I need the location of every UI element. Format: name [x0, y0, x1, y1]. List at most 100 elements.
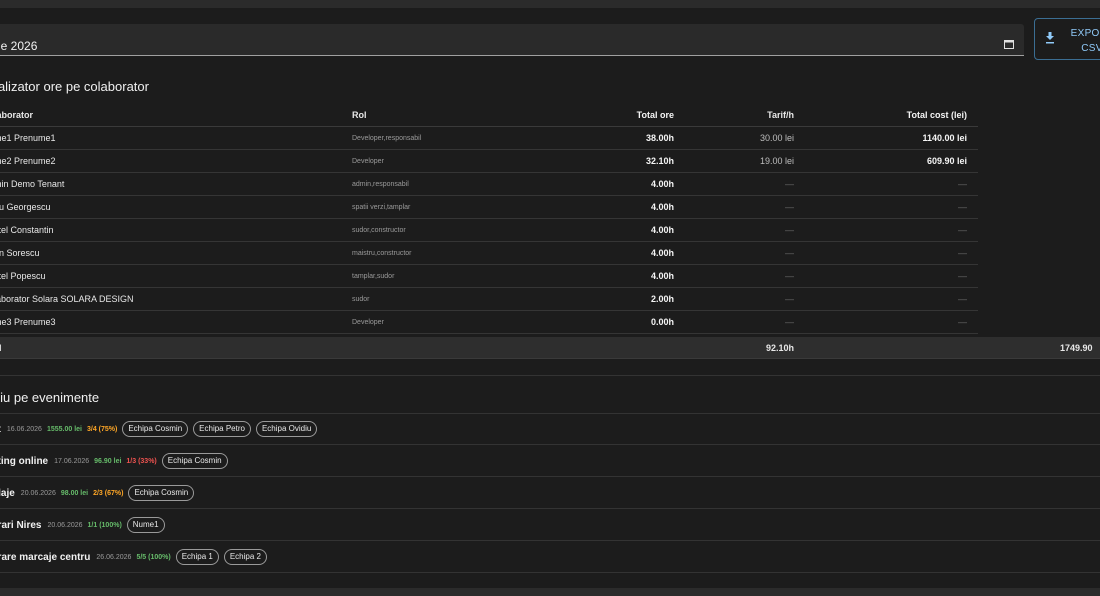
row-rol: spatii verzi,tamplar [352, 203, 411, 211]
row-rol: maistru,constructor [352, 249, 412, 257]
team-chip[interactable]: Echipa Ovidiu [255, 421, 318, 437]
total-row: al 92.10h 1749.90 [0, 337, 1100, 359]
row-tarif: — [785, 317, 794, 327]
download-icon [1046, 32, 1054, 44]
team-chip[interactable]: Echipa 2 [223, 549, 267, 565]
row-name: rin Sorescu [0, 248, 40, 258]
export-csv-button[interactable]: EXPORT CSV [1034, 18, 1100, 60]
total-cost: 1749.90 [1060, 343, 1093, 353]
event-progress: 3/4 (75%) [86, 425, 118, 433]
row-name: stel Constantin [0, 225, 54, 235]
row-ore: 32.10h [645, 156, 674, 166]
event-progress: 1/1 (100%) [87, 521, 122, 529]
table-header: laborator Rol Total ore Tarif/h Total co… [0, 103, 978, 127]
table-row: me3 Prenume3 Developer 0.00h — — [0, 311, 978, 334]
row-name: me3 Prenume3 [0, 317, 56, 327]
header-total-ore[interactable]: Total ore [554, 103, 674, 126]
row-cost: — [958, 202, 967, 212]
team-chip[interactable]: Echipa Cosmin [128, 485, 195, 501]
team-chip[interactable]: Echipa Cosmin [122, 421, 189, 437]
row-cost: 1140.00 lei [922, 133, 967, 143]
row-rol: Developer [352, 318, 384, 326]
table-row: stel Constantin sudor,constructor 4.00h … [0, 219, 978, 242]
row-cost: — [958, 294, 967, 304]
header-tarif[interactable]: Tarif/h [674, 103, 794, 126]
row-tarif: — [785, 202, 794, 212]
month-picker-value: ne 2026 [0, 39, 38, 53]
header-rol[interactable]: Rol [352, 103, 367, 126]
top-bar [0, 0, 1100, 8]
event-name: glaje [0, 487, 15, 499]
team-chip[interactable]: Nume1 [126, 517, 165, 533]
row-ore: 4.00h [650, 179, 674, 189]
row-ore: 0.00h [650, 317, 674, 327]
event-date: 16.06.2026 [6, 425, 42, 433]
event-item[interactable]: crari Nires 20.06.2026 1/1 (100%) Nume1 [0, 509, 1100, 541]
row-rol: sudor,constructor [352, 226, 406, 234]
summary-title: tralizator ore pe colaborator [0, 79, 149, 94]
row-rol: tamplar,sudor [352, 272, 395, 280]
event-amount: 1555.00 lei [46, 425, 82, 433]
table-row: rin Sorescu maistru,constructor 4.00h — … [0, 242, 978, 265]
row-ore: 4.00h [650, 271, 674, 281]
month-picker[interactable]: e ne 2026 [0, 24, 1024, 56]
header-total-cost[interactable]: Total cost (lei) [794, 103, 967, 126]
row-tarif: — [785, 294, 794, 304]
event-name: st [0, 424, 1, 435]
row-tarif: — [785, 248, 794, 258]
event-progress: 5/5 (100%) [136, 553, 171, 561]
section-divider [0, 375, 1100, 376]
table-row: laborator Solara SOLARA DESIGN sudor 2.0… [0, 288, 978, 311]
row-ore: 2.00h [650, 294, 674, 304]
row-cost: 609.90 lei [926, 156, 967, 166]
event-name: crari Nires [0, 519, 42, 531]
team-chip[interactable]: Echipa 1 [175, 549, 219, 565]
row-tarif: — [785, 271, 794, 281]
row-cost: — [958, 317, 967, 327]
table-row: stel Popescu tamplar,sudor 4.00h — — [0, 265, 978, 288]
table-row: min Demo Tenant admin,responsabil 4.00h … [0, 173, 978, 196]
row-name: stel Popescu [0, 271, 46, 281]
row-name: me2 Prenume2 [0, 156, 56, 166]
event-date: 17.06.2026 [54, 457, 90, 465]
total-ore: 92.10h [765, 343, 794, 353]
event-date: 20.06.2026 [47, 521, 83, 529]
event-name: eting online [0, 455, 49, 467]
table-row: me2 Prenume2 Developer 32.10h 19.00 lei … [0, 150, 978, 173]
row-cost: — [958, 248, 967, 258]
event-progress: 1/3 (33%) [126, 457, 157, 465]
export-csv-label: EXPORT CSV [1070, 28, 1100, 54]
row-ore: 4.00h [650, 202, 674, 212]
total-label: al [0, 337, 2, 359]
row-tarif: — [785, 179, 794, 189]
calendar-icon[interactable] [1004, 39, 1014, 49]
event-item[interactable]: glaje 20.06.2026 98.00 lei 2/3 (67%) Ech… [0, 477, 1100, 509]
events-title: aliu pe evenimente [0, 390, 100, 405]
row-ore: 4.00h [650, 225, 674, 235]
table-row: me1 Prenume1 Developer,responsabil 38.00… [0, 127, 978, 150]
team-chip[interactable]: Echipa Cosmin [161, 453, 228, 469]
row-cost: — [958, 225, 967, 235]
bottom-bar [0, 588, 1100, 596]
row-cost: — [958, 179, 967, 189]
row-ore: 38.00h [645, 133, 674, 143]
event-name: crare marcaje centru [0, 551, 91, 563]
event-item[interactable]: crare marcaje centru 26.06.2026 5/5 (100… [0, 541, 1100, 573]
header-collaborator[interactable]: laborator [0, 103, 33, 126]
event-amount: 96.90 lei [94, 457, 122, 465]
event-item[interactable]: st 16.06.2026 1555.00 lei 3/4 (75%) Echi… [0, 413, 1100, 445]
row-tarif: 30.00 lei [759, 133, 794, 143]
row-ore: 4.00h [650, 248, 674, 258]
event-amount: 98.00 lei [60, 489, 89, 497]
row-rol: Developer,responsabil [352, 134, 422, 142]
team-chip[interactable]: Echipa Petro [193, 421, 251, 437]
event-date: 20.06.2026 [20, 489, 56, 497]
row-rol: admin,responsabil [352, 180, 409, 188]
row-name: gu Georgescu [0, 202, 51, 212]
event-item[interactable]: eting online 17.06.2026 96.90 lei 1/3 (3… [0, 445, 1100, 477]
row-tarif: — [785, 225, 794, 235]
row-cost: — [958, 271, 967, 281]
row-rol: Developer [352, 157, 384, 165]
table-row: gu Georgescu spatii verzi,tamplar 4.00h … [0, 196, 978, 219]
event-progress: 2/3 (67%) [93, 489, 124, 497]
